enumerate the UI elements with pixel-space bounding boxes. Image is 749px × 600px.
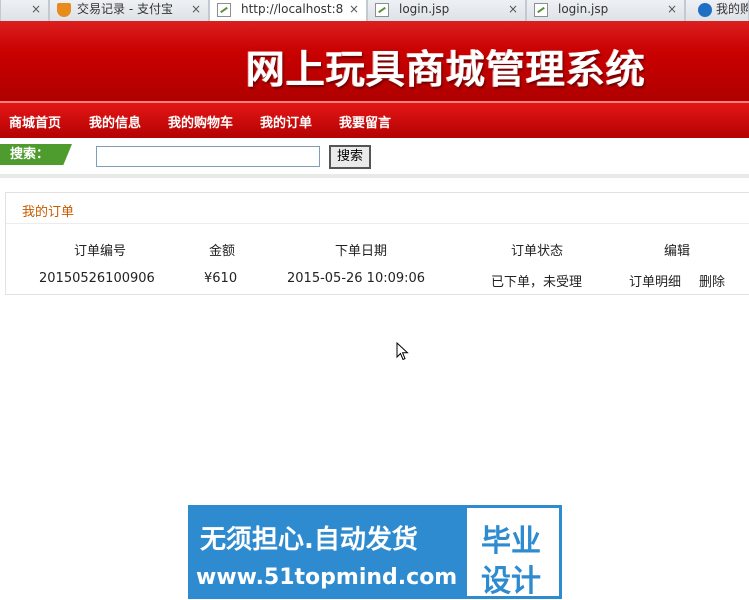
column-header-date: 下单日期 <box>335 244 388 259</box>
column-header-edit: 编辑 <box>664 244 691 259</box>
page-icon <box>534 3 548 17</box>
page-icon <box>217 3 231 17</box>
search-input[interactable] <box>96 146 320 167</box>
tab-title: 交易记录 - 支付宝 <box>77 2 173 16</box>
order-date: 2015-05-26 10:09:06 <box>287 271 426 286</box>
ie-icon <box>698 3 712 17</box>
order-status: 已下单，未受理 <box>491 275 583 290</box>
browser-tab-alipay[interactable]: 交易记录 - 支付宝 × <box>49 0 209 21</box>
alipay-shield-icon <box>57 3 71 17</box>
nav-my-orders[interactable]: 我的订单 <box>260 112 312 131</box>
search-label: 搜索： <box>0 144 72 165</box>
search-bar: 搜索： 搜索 <box>0 138 749 178</box>
tab-close-icon[interactable]: × <box>31 0 41 19</box>
watermark-url: www.51topmind.com <box>196 565 458 590</box>
tab-title: login.jsp <box>558 2 609 16</box>
nav-leave-message[interactable]: 我要留言 <box>339 112 391 131</box>
tab-title: login.jsp <box>399 2 450 16</box>
main-nav: 商城首页 我的信息 我的购物车 我的订单 我要留言 <box>0 101 749 138</box>
nav-my-info[interactable]: 我的信息 <box>89 112 141 131</box>
tab-close-icon[interactable]: × <box>349 0 359 19</box>
search-button[interactable]: 搜索 <box>329 145 371 169</box>
nav-home[interactable]: 商城首页 <box>9 112 61 131</box>
watermark-badge-line1: 毕业 <box>481 524 541 559</box>
browser-tab-login-2[interactable]: login.jsp × <box>526 0 685 21</box>
nav-my-cart[interactable]: 我的购物车 <box>168 112 233 131</box>
order-delete-link[interactable]: 删除 <box>699 271 725 290</box>
tab-title: 我的购 <box>716 2 749 16</box>
watermark-slogan: 无须担心.自动发货 <box>200 525 418 555</box>
column-header-amount: 金额 <box>209 244 236 259</box>
tab-close-icon[interactable]: × <box>667 0 677 19</box>
site-header: 网上玩具商城管理系统 <box>0 21 749 101</box>
browser-tab-cart[interactable]: 我的购 <box>685 0 749 21</box>
column-header-order-id: 订单编号 <box>74 244 127 259</box>
watermark-badge-line2: 设计 <box>481 564 541 599</box>
tab-close-icon[interactable]: × <box>191 0 201 19</box>
watermark-badge: 毕业 设计 <box>464 505 562 599</box>
browser-tab-localhost[interactable]: http://localhost:8 × <box>209 0 367 22</box>
tab-close-icon[interactable]: × <box>508 0 518 19</box>
browser-tab-login-1[interactable]: login.jsp × <box>367 0 526 21</box>
browser-tab-0[interactable]: × <box>0 0 49 21</box>
order-detail-link[interactable]: 订单明细 <box>629 271 681 290</box>
panel-divider <box>6 223 749 224</box>
mouse-cursor-icon <box>396 342 409 361</box>
tab-title: http://localhost:8 <box>241 2 344 16</box>
page-icon <box>375 3 389 17</box>
column-header-status: 订单状态 <box>511 244 564 259</box>
browser-tab-bar: × 交易记录 - 支付宝 × http://localhost:8 × logi… <box>0 0 749 22</box>
site-title: 网上玩具商城管理系统 <box>246 48 647 93</box>
orders-panel: 我的订单 订单编号 金额 下单日期 订单状态 编辑 20150526100906… <box>5 192 749 295</box>
orders-panel-title: 我的订单 <box>22 205 75 220</box>
order-id: 20150526100906 <box>39 271 155 286</box>
order-amount: ¥610 <box>204 271 238 286</box>
watermark-banner: 无须担心.自动发货 www.51topmind.com 毕业 设计 <box>188 505 562 599</box>
